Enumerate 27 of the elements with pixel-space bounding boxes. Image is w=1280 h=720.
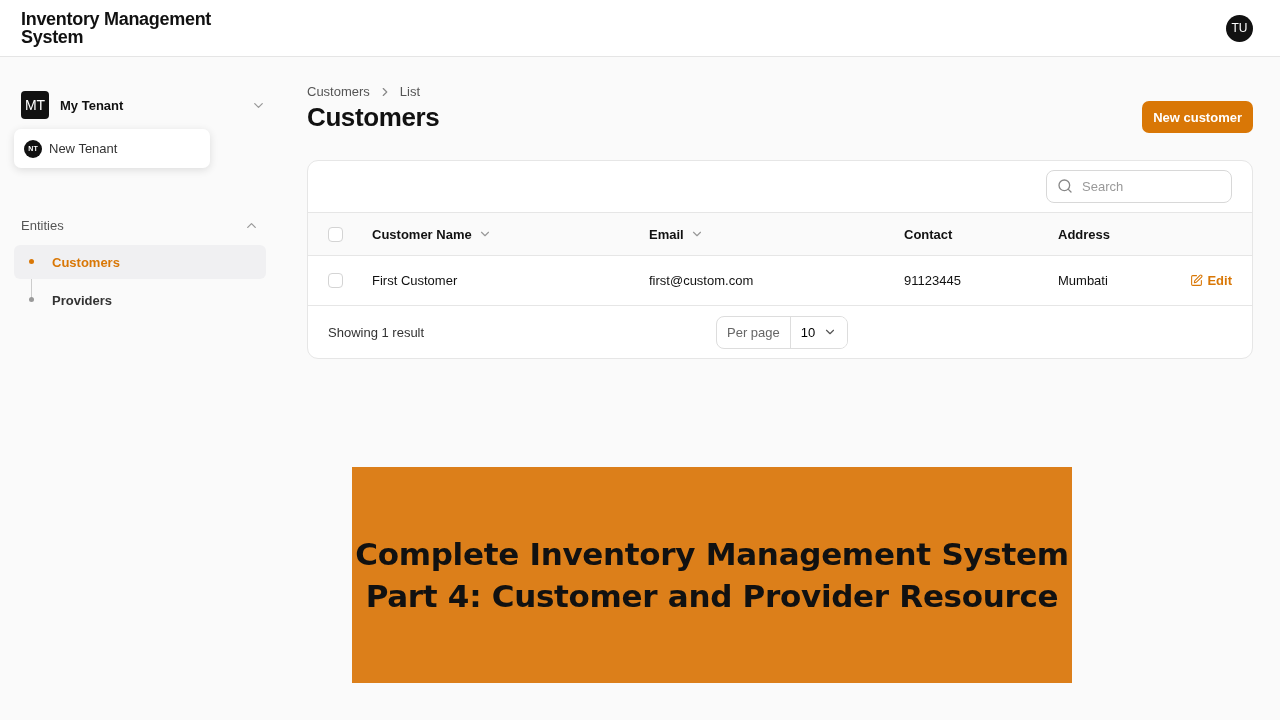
tenant-avatar: MT [21, 91, 49, 119]
nav-item[interactable]: Providers [14, 283, 266, 317]
page-title: Customers [307, 101, 440, 133]
column-header: Contact [904, 226, 953, 242]
table-cell: first@custom.com [649, 273, 754, 288]
search-icon [1057, 178, 1073, 194]
per-page-label: Per page [717, 316, 791, 348]
table-cell: First Customer [372, 273, 458, 288]
user-avatar[interactable]: TU [1226, 14, 1253, 42]
checkbox[interactable] [328, 273, 343, 288]
app-title: Inventory Management System [21, 10, 212, 46]
group-label: Entities [21, 217, 64, 233]
table-cell: 91123445 [904, 273, 961, 288]
column-header[interactable]: Customer Name [372, 226, 472, 242]
banner-text: Part 4: Customer and Provider Resource [365, 577, 1059, 616]
breadcrumb[interactable]: Customers [307, 84, 370, 99]
menu-item[interactable]: New Tenant [49, 141, 118, 156]
banner-text: Complete Inventory Management System [355, 535, 1069, 574]
column-header[interactable]: Email [649, 226, 684, 242]
result-summary: Showing 1 result [328, 324, 426, 340]
tenant-name[interactable]: My Tenant [60, 97, 240, 113]
column-header: Address [1058, 226, 1111, 242]
breadcrumb[interactable]: List [399, 84, 421, 99]
checkbox[interactable] [328, 226, 343, 242]
edit-icon [1190, 274, 1204, 287]
search-field[interactable]: Search [1046, 170, 1232, 203]
table-cell: Mumbati [1058, 273, 1108, 288]
